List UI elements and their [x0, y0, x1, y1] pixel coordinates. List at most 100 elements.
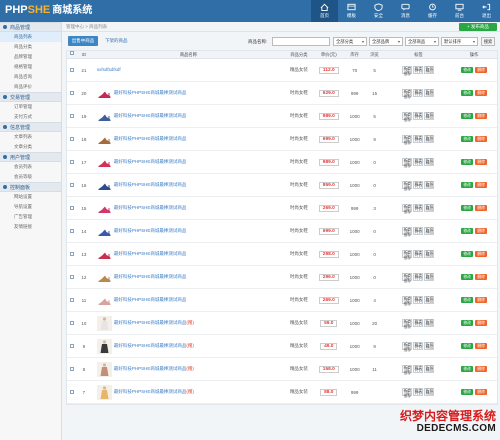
product-thumbnail[interactable] [96, 154, 112, 170]
tag-toggle[interactable]: 热卖 特价 [413, 158, 424, 166]
product-price-field[interactable]: 296.0 [318, 273, 339, 281]
product-name-link[interactable]: 最好科技PHPSHE商城最棒测试商品 [114, 205, 187, 211]
product-name-link[interactable]: 最好科技PHPSHE商城最棒测试商品 [114, 274, 187, 280]
tag-toggle[interactable]: 折扣 精品 [424, 365, 435, 373]
tag-toggle[interactable]: 新商品 推荐 [402, 204, 413, 214]
row-checkbox[interactable] [69, 160, 74, 164]
tag-toggle[interactable]: 新商品 推荐 [402, 66, 413, 76]
nav-item-shield[interactable]: 安全 [365, 0, 392, 22]
product-thumbnail[interactable] [96, 108, 112, 124]
row-checkbox[interactable] [69, 275, 74, 279]
product-name-link[interactable]: 最好科技PHPSHE商城最棒测试商品 [114, 159, 187, 165]
tag-toggle[interactable]: 热卖 特价 [413, 296, 424, 304]
product-price-field[interactable]: 269.0 [318, 296, 339, 304]
delete-button[interactable]: 删除 [475, 274, 488, 280]
sidebar-item[interactable]: 友情链接 [0, 222, 61, 232]
edit-button[interactable]: 修改 [461, 205, 474, 211]
tag-toggle[interactable]: 热卖 特价 [413, 112, 424, 120]
product-name-link[interactable]: sxfsdfsdfsdf [97, 67, 121, 73]
tag-toggle[interactable]: 折扣 精品 [424, 112, 435, 120]
edit-button[interactable]: 修改 [461, 320, 474, 326]
tag-toggle[interactable]: 热卖 特价 [413, 342, 424, 350]
tag-toggle[interactable]: 折扣 精品 [424, 181, 435, 189]
product-thumbnail[interactable] [96, 246, 112, 262]
tag-toggle[interactable]: 折扣 精品 [424, 204, 435, 212]
delete-button[interactable]: 删除 [475, 320, 488, 326]
tag-toggle[interactable]: 折扣 精品 [424, 342, 435, 350]
search-input[interactable] [272, 37, 330, 46]
product-name-link[interactable]: 最好科技PHPSHE商城最棒测试商品 [114, 251, 187, 257]
edit-button[interactable]: 修改 [461, 366, 474, 372]
tag-toggle[interactable]: 折扣 精品 [424, 273, 435, 281]
tag-toggle[interactable]: 折扣 精品 [424, 158, 435, 166]
sidebar-item[interactable]: 文章列表 [0, 132, 61, 142]
sidebar-item[interactable]: 商品分类 [0, 42, 61, 52]
product-price-field[interactable]: 59.0 [320, 319, 338, 327]
sidebar-item[interactable]: 支付方式 [0, 112, 61, 122]
edit-button[interactable]: 修改 [461, 343, 474, 349]
product-price-field[interactable]: 629.0 [318, 89, 339, 97]
sidebar-section[interactable]: 控制面板 [0, 182, 61, 192]
delete-button[interactable]: 删除 [475, 366, 488, 372]
product-name-link[interactable]: 最好科技PHPSHE商城最棒测试商品 [114, 182, 187, 188]
product-thumbnail[interactable] [96, 269, 112, 285]
product-name-link[interactable]: 最好科技PHPSHE商城最棒测试商品(赠) [114, 389, 194, 395]
tag-toggle[interactable]: 新商品 推荐 [402, 365, 413, 375]
sidebar-item[interactable]: 订单管理 [0, 102, 61, 112]
product-name-link[interactable]: 最好科技PHPSHE商城最棒测试商品(赠) [114, 343, 194, 349]
row-checkbox[interactable] [69, 91, 74, 95]
sidebar-item[interactable]: 会员等级 [0, 172, 61, 182]
delete-button[interactable]: 删除 [475, 251, 488, 257]
edit-button[interactable]: 修改 [461, 136, 474, 142]
tab-on-sale[interactable]: 出售中商品 [68, 36, 98, 46]
delete-button[interactable]: 删除 [475, 389, 488, 395]
tag-toggle[interactable]: 热卖 特价 [413, 319, 424, 327]
product-type-select[interactable]: 全部商品 [405, 37, 439, 46]
sort-select[interactable]: 默认排序 [441, 37, 478, 46]
product-name-link[interactable]: 最好科技PHPSHE商城最棒测试商品(赠) [114, 366, 194, 372]
tag-toggle[interactable]: 新商品 推荐 [402, 158, 413, 168]
product-thumbnail[interactable] [96, 338, 112, 354]
row-checkbox[interactable] [69, 344, 74, 348]
sidebar-item[interactable]: 导航设置 [0, 202, 61, 212]
sidebar-item[interactable]: 网站设置 [0, 192, 61, 202]
tag-toggle[interactable]: 折扣 精品 [424, 227, 435, 235]
tag-toggle[interactable]: 新商品 推荐 [402, 388, 413, 398]
nav-item-home[interactable]: 首页 [311, 0, 338, 22]
tag-toggle[interactable]: 热卖 特价 [413, 227, 424, 235]
nav-item-cache[interactable]: 缓存 [419, 0, 446, 22]
tab-off-shelf[interactable]: 下架的商品 [102, 36, 131, 46]
product-thumbnail[interactable] [96, 223, 112, 239]
tag-toggle[interactable]: 折扣 精品 [424, 135, 435, 143]
row-checkbox[interactable] [69, 252, 74, 256]
product-thumbnail[interactable] [96, 85, 112, 101]
nav-item-template[interactable]: 模板 [338, 0, 365, 22]
product-price-field[interactable]: 699.0 [318, 227, 339, 235]
logo[interactable]: PHPSHE 商城系统 [5, 3, 92, 17]
tag-toggle[interactable]: 热卖 特价 [413, 250, 424, 258]
product-thumbnail[interactable] [96, 131, 112, 147]
product-name-link[interactable]: 最好科技PHPSHE商城最棒测试商品 [114, 297, 187, 303]
product-price-field[interactable]: 989.0 [318, 112, 339, 120]
edit-button[interactable]: 修改 [461, 389, 474, 395]
product-thumbnail[interactable] [96, 292, 112, 308]
sidebar-item[interactable]: 商品列表 [0, 32, 61, 42]
tag-toggle[interactable]: 新商品 推荐 [402, 296, 413, 306]
edit-button[interactable]: 修改 [461, 251, 474, 257]
delete-button[interactable]: 删除 [475, 90, 488, 96]
tag-toggle[interactable]: 热卖 特价 [413, 365, 424, 373]
delete-button[interactable]: 删除 [475, 182, 488, 188]
edit-button[interactable]: 修改 [461, 67, 474, 73]
tag-toggle[interactable]: 新商品 推荐 [402, 89, 413, 99]
product-price-field[interactable]: 859.0 [318, 181, 339, 189]
tag-toggle[interactable]: 新商品 推荐 [402, 273, 413, 283]
nav-item-monitor[interactable]: 前台 [446, 0, 473, 22]
product-thumbnail[interactable] [96, 384, 112, 400]
sidebar-item[interactable]: 规格管理 [0, 62, 61, 72]
tag-toggle[interactable]: 新商品 推荐 [402, 227, 413, 237]
sidebar-item[interactable]: 广告管理 [0, 212, 61, 222]
tag-toggle[interactable]: 新商品 推荐 [402, 342, 413, 352]
brand-select[interactable]: 全部品牌 [369, 37, 403, 46]
product-name-link[interactable]: 最好科技PHPSHE商城最棒测试商品 [114, 228, 187, 234]
product-price-field[interactable]: 88.0 [320, 388, 338, 396]
